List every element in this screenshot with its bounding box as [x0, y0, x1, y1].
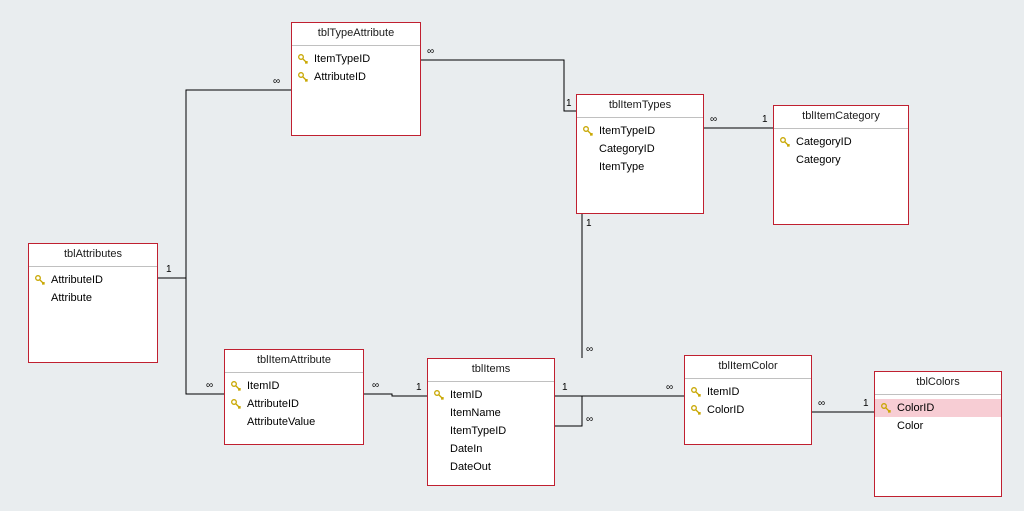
- svg-text:∞: ∞: [710, 114, 717, 125]
- svg-text:∞: ∞: [818, 398, 825, 409]
- field-row[interactable]: ItemID: [225, 377, 363, 395]
- table-title: tblTypeAttribute: [292, 23, 420, 46]
- field-name: ItemName: [450, 406, 501, 420]
- table-tblColors[interactable]: tblColors ColorID Color: [874, 371, 1002, 497]
- field-row[interactable]: ItemTypeID: [292, 50, 420, 68]
- table-tblItemAttribute[interactable]: tblItemAttribute ItemID AttributeID Attr…: [224, 349, 364, 445]
- primary-key-icon: [583, 126, 593, 136]
- field-row[interactable]: ItemTypeID: [577, 122, 703, 140]
- rel-itemattribute-items: [364, 394, 427, 396]
- table-title: tblItemCategory: [774, 106, 908, 129]
- field-row[interactable]: ItemType: [577, 158, 703, 176]
- table-title: tblItemTypes: [577, 95, 703, 118]
- svg-text:∞: ∞: [586, 344, 593, 355]
- primary-key-icon: [434, 390, 444, 400]
- rel-items-branch-stub: [555, 396, 582, 426]
- field-name: AttributeID: [51, 273, 103, 287]
- primary-key-icon: [35, 275, 45, 285]
- svg-text:∞: ∞: [372, 380, 379, 391]
- field-row[interactable]: ItemName: [428, 404, 554, 422]
- field-row[interactable]: AttributeID: [292, 68, 420, 86]
- svg-text:∞: ∞: [427, 46, 434, 57]
- table-title: tblItemAttribute: [225, 350, 363, 373]
- field-name: Attribute: [51, 291, 92, 305]
- field-name: AttributeID: [247, 397, 299, 411]
- table-title: tblItems: [428, 359, 554, 382]
- field-name: ColorID: [707, 403, 744, 417]
- rel-attributes-itemattribute: [158, 278, 224, 394]
- svg-text:1: 1: [416, 382, 422, 393]
- table-tblAttributes[interactable]: tblAttributes AttributeID Attribute: [28, 243, 158, 363]
- field-name: ItemTypeID: [450, 424, 506, 438]
- field-row[interactable]: ItemID: [685, 383, 811, 401]
- primary-key-icon: [231, 399, 241, 409]
- field-row-selected[interactable]: ColorID: [875, 399, 1001, 417]
- svg-text:1: 1: [566, 98, 572, 109]
- table-title: tblColors: [875, 372, 1001, 395]
- field-row[interactable]: AttributeValue: [225, 413, 363, 431]
- field-name: Color: [897, 419, 923, 433]
- field-name: ItemID: [450, 388, 482, 402]
- primary-key-icon: [298, 72, 308, 82]
- field-row[interactable]: DateIn: [428, 440, 554, 458]
- rel-attributes-typeattribute: [158, 90, 291, 278]
- svg-text:∞: ∞: [273, 76, 280, 87]
- field-row[interactable]: AttributeID: [29, 271, 157, 289]
- svg-text:∞: ∞: [666, 382, 673, 393]
- field-name: DateIn: [450, 442, 482, 456]
- field-name: DateOut: [450, 460, 491, 474]
- field-row[interactable]: DateOut: [428, 458, 554, 476]
- field-row[interactable]: CategoryID: [577, 140, 703, 158]
- primary-key-icon: [780, 137, 790, 147]
- svg-text:1: 1: [762, 114, 768, 125]
- field-name: AttributeValue: [247, 415, 315, 429]
- table-title: tblAttributes: [29, 244, 157, 267]
- er-diagram-canvas[interactable]: 1 ∞ ∞ ∞ 1 ∞ 1 1 ∞ 1 ∞ ∞ ∞ 1 ∞ 1 tblAtt: [0, 0, 1024, 511]
- field-name: ItemID: [707, 385, 739, 399]
- primary-key-icon: [881, 403, 891, 413]
- rel-typeattribute-itemtypes: [421, 60, 576, 111]
- primary-key-icon: [231, 381, 241, 391]
- field-name: ItemID: [247, 379, 279, 393]
- field-name: CategoryID: [796, 135, 852, 149]
- primary-key-icon: [691, 405, 701, 415]
- table-tblItemCategory[interactable]: tblItemCategory CategoryID Category: [773, 105, 909, 225]
- field-row[interactable]: ItemID: [428, 386, 554, 404]
- table-tblItemColor[interactable]: tblItemColor ItemID ColorID: [684, 355, 812, 445]
- field-row[interactable]: Attribute: [29, 289, 157, 307]
- field-row[interactable]: Category: [774, 151, 908, 169]
- table-tblItemTypes[interactable]: tblItemTypes ItemTypeID CategoryID ItemT…: [576, 94, 704, 214]
- field-name: ColorID: [897, 401, 934, 415]
- field-row[interactable]: AttributeID: [225, 395, 363, 413]
- primary-key-icon: [691, 387, 701, 397]
- svg-text:1: 1: [166, 264, 172, 275]
- field-row[interactable]: Color: [875, 417, 1001, 435]
- field-name: AttributeID: [314, 70, 366, 84]
- field-row[interactable]: CategoryID: [774, 133, 908, 151]
- table-title: tblItemColor: [685, 356, 811, 379]
- primary-key-icon: [298, 54, 308, 64]
- field-name: ItemType: [599, 160, 644, 174]
- table-tblTypeAttribute[interactable]: tblTypeAttribute ItemTypeID AttributeID: [291, 22, 421, 136]
- field-row[interactable]: ItemTypeID: [428, 422, 554, 440]
- field-name: CategoryID: [599, 142, 655, 156]
- svg-text:1: 1: [562, 382, 568, 393]
- field-name: ItemTypeID: [314, 52, 370, 66]
- field-row[interactable]: ColorID: [685, 401, 811, 419]
- field-name: Category: [796, 153, 841, 167]
- table-tblItems[interactable]: tblItems ItemID ItemName ItemTypeID Date…: [427, 358, 555, 486]
- svg-text:∞: ∞: [206, 380, 213, 391]
- svg-text:1: 1: [586, 218, 592, 229]
- svg-text:∞: ∞: [586, 414, 593, 425]
- svg-text:1: 1: [863, 398, 869, 409]
- field-name: ItemTypeID: [599, 124, 655, 138]
